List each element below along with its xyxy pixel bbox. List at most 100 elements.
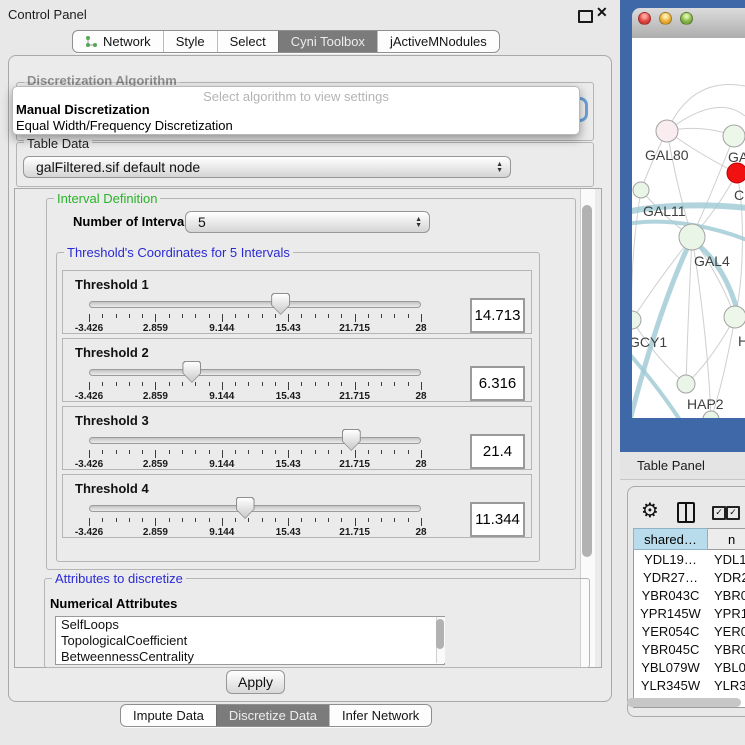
attributes-group-label: Attributes to discretize bbox=[52, 571, 186, 586]
network-node[interactable] bbox=[703, 411, 719, 418]
table-row[interactable]: YDR27…YDR2 bbox=[633, 568, 745, 586]
close-traffic-light-icon[interactable] bbox=[638, 12, 651, 25]
tick-mark bbox=[116, 382, 117, 386]
tab-cyni-toolbox[interactable]: Cyni Toolbox bbox=[278, 31, 377, 52]
close-icon[interactable]: ✕ bbox=[596, 4, 608, 21]
slider-ticks bbox=[89, 314, 422, 323]
table-horizontal-scrollbar[interactable] bbox=[627, 698, 741, 707]
tick-mark bbox=[248, 314, 249, 318]
slider-track[interactable] bbox=[89, 437, 421, 444]
table-data-select-value: galFiltered.sif default node bbox=[36, 159, 200, 175]
table-row[interactable]: YIL052CYIL0 bbox=[633, 694, 745, 697]
list-item[interactable]: BetweennessCentrality bbox=[56, 649, 444, 665]
slider-thumb[interactable] bbox=[236, 497, 255, 519]
tick-mark bbox=[222, 518, 223, 526]
tab-impute-data[interactable]: Impute Data bbox=[121, 705, 216, 726]
network-node[interactable] bbox=[727, 163, 745, 183]
tab-select[interactable]: Select bbox=[217, 31, 278, 52]
threshold-value-field[interactable]: 14.713 bbox=[470, 298, 525, 333]
network-node[interactable] bbox=[723, 125, 745, 147]
tick-mark bbox=[209, 518, 210, 522]
table-row[interactable]: YBR045CYBR0 bbox=[633, 640, 745, 658]
number-of-intervals-select[interactable]: 5 ▲▼ bbox=[185, 211, 430, 233]
network-node[interactable] bbox=[724, 306, 745, 328]
table-row[interactable]: YBL079WYBL0 bbox=[633, 658, 745, 676]
network-canvas[interactable]: GAL80GACGAL11GAL4GCY1HHAP2 bbox=[632, 38, 745, 418]
tick-label: -3.426 bbox=[75, 459, 103, 470]
interval-definition-label: Interval Definition bbox=[54, 191, 160, 206]
settings-scrollbar-thumb[interactable] bbox=[582, 205, 592, 557]
tick-label: -3.426 bbox=[75, 323, 103, 334]
tab-discretize-data[interactable]: Discretize Data bbox=[216, 705, 329, 726]
tick-label: 21.715 bbox=[339, 391, 370, 402]
list-item[interactable]: TopologicalCoefficient bbox=[56, 633, 444, 649]
list-item[interactable]: SelfLoops bbox=[56, 617, 444, 633]
columns-icon[interactable] bbox=[677, 502, 695, 523]
minimize-traffic-light-icon[interactable] bbox=[659, 12, 672, 25]
slider-thumb[interactable] bbox=[342, 429, 361, 451]
tick-mark bbox=[421, 450, 422, 458]
slider-track[interactable] bbox=[89, 369, 421, 376]
checkbox-checked-icon[interactable]: ✓ bbox=[712, 506, 726, 520]
tab-style[interactable]: Style bbox=[163, 31, 217, 52]
table-data-select[interactable]: galFiltered.sif default node ▲▼ bbox=[23, 156, 511, 178]
table-row[interactable]: YER054CYER0 bbox=[633, 622, 745, 640]
threshold-value-field[interactable]: 21.4 bbox=[470, 434, 525, 469]
tick-mark bbox=[169, 518, 170, 522]
algorithm-option-manual[interactable]: Manual Discretization bbox=[16, 102, 150, 117]
tick-mark bbox=[315, 382, 316, 386]
table-row[interactable]: YBR043CYBR0 bbox=[633, 586, 745, 604]
tick-mark bbox=[248, 382, 249, 386]
table-cell-shared-name: YPR145W bbox=[633, 606, 708, 621]
algorithm-option-equal-width[interactable]: Equal Width/Frequency Discretization bbox=[16, 118, 233, 133]
tab-label: Style bbox=[176, 31, 205, 52]
tick-mark bbox=[301, 518, 302, 522]
apply-button[interactable]: Apply bbox=[226, 670, 285, 694]
control-panel-tabs: Network Style Select Cyni Toolbox jActiveMNo… bbox=[72, 30, 500, 53]
table-row[interactable]: YLR345WYLR3 bbox=[633, 676, 745, 694]
table-cell-name: YPR1 bbox=[708, 606, 745, 621]
tick-label: 2.859 bbox=[143, 391, 168, 402]
threshold-value-field[interactable]: 11.344 bbox=[470, 502, 525, 537]
tick-mark bbox=[89, 382, 90, 390]
network-node[interactable] bbox=[633, 182, 649, 198]
tick-mark bbox=[222, 450, 223, 458]
tab-label: Cyni Toolbox bbox=[291, 31, 365, 52]
tick-mark bbox=[182, 450, 183, 454]
network-node[interactable] bbox=[679, 224, 705, 250]
tick-mark bbox=[288, 450, 289, 458]
tab-infer-network[interactable]: Infer Network bbox=[329, 705, 431, 726]
slider-track[interactable] bbox=[89, 505, 421, 512]
tab-label: Discretize Data bbox=[229, 705, 317, 726]
column-header-shared[interactable]: shared… bbox=[633, 528, 708, 550]
slider-thumb[interactable] bbox=[182, 361, 201, 383]
network-node[interactable] bbox=[632, 311, 641, 329]
zoom-traffic-light-icon[interactable] bbox=[680, 12, 693, 25]
tab-jactivemnodules[interactable]: jActiveMNodules bbox=[377, 31, 499, 52]
network-node[interactable] bbox=[677, 375, 695, 393]
table-row[interactable]: YPR145WYPR1 bbox=[633, 604, 745, 622]
network-node[interactable] bbox=[656, 120, 678, 142]
float-window-icon[interactable] bbox=[578, 10, 593, 23]
attributes-scrollbar-thumb[interactable] bbox=[436, 619, 444, 649]
tick-labels: -3.4262.8599.14415.4321.71528 bbox=[89, 459, 422, 470]
checkbox-checked-icon[interactable]: ✓ bbox=[726, 506, 740, 520]
tick-mark bbox=[394, 314, 395, 318]
tab-network[interactable]: Network bbox=[73, 31, 163, 52]
table-row[interactable]: YDL19…YDL1 bbox=[633, 550, 745, 568]
tick-mark bbox=[355, 314, 356, 322]
tick-mark bbox=[195, 518, 196, 522]
tick-mark bbox=[381, 314, 382, 318]
slider-track[interactable] bbox=[89, 301, 421, 308]
network-window-titlebar[interactable] bbox=[632, 8, 745, 39]
node-table-rows: YDL19…YDL1YDR27…YDR2YBR043CYBR0YPR145WYP… bbox=[633, 550, 745, 697]
threshold-value-field[interactable]: 6.316 bbox=[470, 366, 525, 401]
numerical-attributes-list[interactable]: SelfLoopsTopologicalCoefficientBetweenne… bbox=[55, 616, 445, 665]
gear-icon[interactable]: ⚙ bbox=[641, 498, 659, 522]
tick-mark bbox=[155, 518, 156, 526]
slider-thumb[interactable] bbox=[271, 293, 290, 315]
column-header-name[interactable]: n bbox=[708, 528, 745, 550]
tick-mark bbox=[262, 382, 263, 386]
tick-mark bbox=[301, 382, 302, 386]
algorithm-dropdown-popup: Select algorithm to view settings Manual… bbox=[12, 86, 580, 135]
